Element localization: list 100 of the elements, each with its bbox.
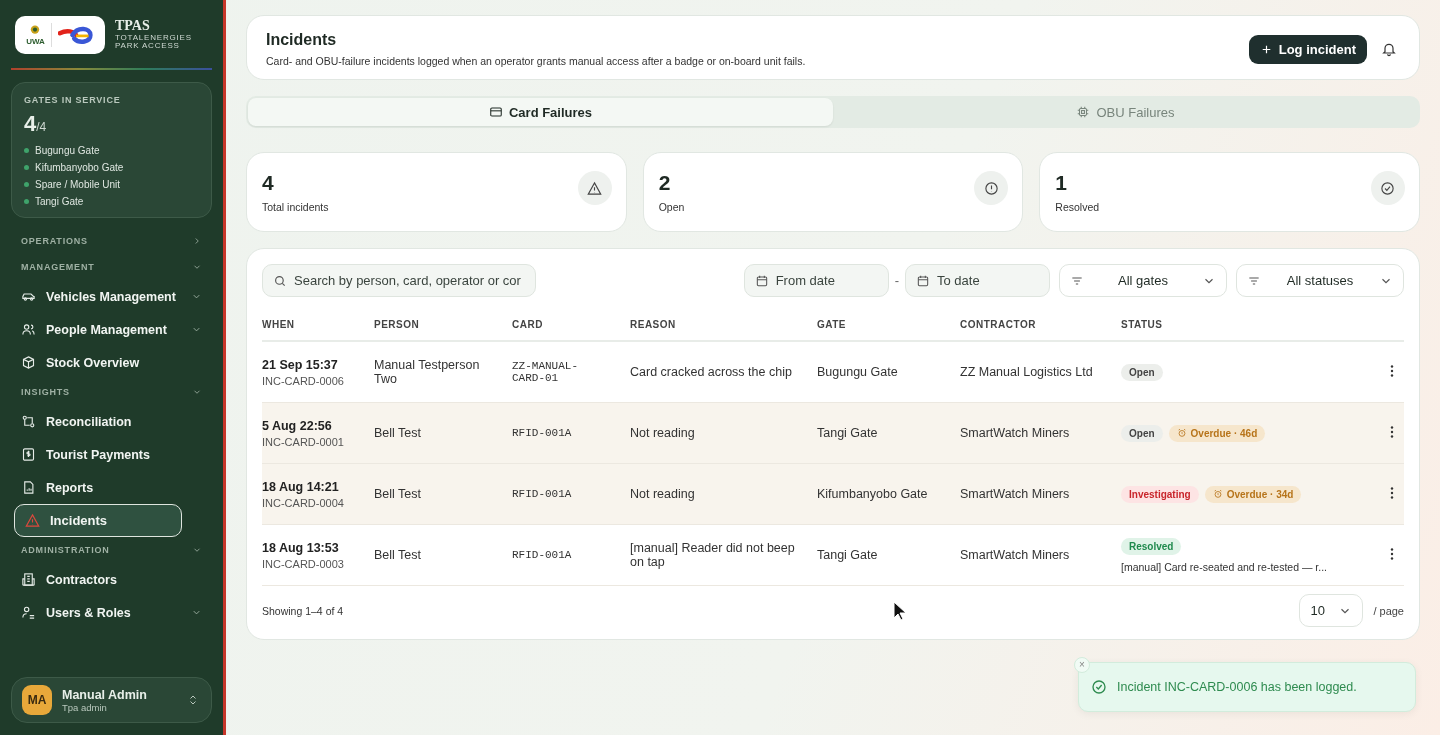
page-title: Incidents — [266, 31, 338, 49]
reconcile-icon — [21, 414, 36, 429]
column-header: GATE — [817, 311, 960, 341]
table-cell: Bell Test — [374, 548, 421, 562]
nav-section-header[interactable]: OPERATIONS — [11, 228, 212, 254]
gate-total: /4 — [36, 120, 47, 134]
more-options-icon[interactable] — [1390, 364, 1394, 377]
column-header: REASON — [630, 311, 817, 341]
date-field[interactable]: To date — [905, 264, 1050, 297]
info-icon — [983, 180, 999, 196]
status-badge: Resolved — [1121, 537, 1182, 555]
app-subtitle: TOTALENERGIES — [115, 33, 192, 43]
nav-item[interactable]: People Management — [11, 313, 212, 346]
user-name: Manual Admin — [62, 687, 148, 702]
incident-id: INC-CARD-0006 — [262, 374, 345, 387]
table-cell: Bell Test — [374, 426, 421, 440]
gate-name: Kifumbanyobo Gate — [35, 162, 124, 173]
nav-section-header[interactable]: ADMINISTRATION — [11, 537, 212, 563]
incident-time: 21 Sep 15:37 — [262, 357, 339, 372]
table-cell: RFID-001A — [512, 488, 572, 500]
box-icon — [21, 355, 36, 370]
overdue-badge: Overdue · 46d — [1168, 424, 1266, 442]
table-cell: [manual] Reader did not beep on tap — [630, 541, 795, 569]
stat-value: 4 — [262, 171, 275, 195]
table-cell: Bell Test — [374, 487, 421, 501]
nav-item[interactable]: Vehicles Management — [11, 280, 212, 313]
warning-icon — [587, 180, 603, 196]
building-icon — [21, 572, 36, 587]
more-options-icon[interactable] — [1390, 425, 1394, 438]
calendar-icon — [754, 273, 769, 288]
per-page-label: / page — [1373, 604, 1404, 617]
stat-value: 2 — [658, 171, 672, 195]
document-icon — [21, 480, 36, 495]
page-size-dropdown[interactable]: 10 — [1299, 594, 1364, 627]
gate-count: 4 — [24, 111, 37, 137]
mouse-cursor-icon — [893, 601, 907, 621]
table-cell: SmartWatch Miners — [960, 426, 1070, 440]
more-options-icon[interactable] — [1390, 486, 1394, 499]
filter-dropdown[interactable]: All statuses — [1236, 264, 1404, 297]
table-cell: Tangi Gate — [817, 548, 878, 562]
log-incident-button[interactable]: Log incident — [1248, 34, 1367, 64]
gate-name: Spare / Mobile Unit — [35, 179, 121, 190]
filter-dropdown[interactable]: All gates — [1059, 264, 1227, 297]
bell-icon[interactable] — [1381, 41, 1397, 57]
status-badge: Open — [1121, 363, 1163, 381]
column-header: STATUS — [1121, 311, 1380, 341]
table-cell: Not reading — [630, 426, 695, 440]
table-cell: RFID-001A — [512, 427, 572, 439]
warning-icon — [25, 513, 40, 528]
close-button[interactable]: × — [1074, 657, 1090, 673]
table-cell: ZZ-MANUAL-CARD-01 — [512, 360, 578, 384]
nav-item[interactable]: Stock Overview — [11, 346, 212, 379]
check-circle-icon — [1380, 180, 1396, 196]
table-cell: Tangi Gate — [817, 426, 878, 440]
receipt-icon — [21, 447, 36, 462]
pagination-summary: Showing 1–4 of 4 — [262, 604, 344, 617]
user-menu[interactable]: MA Manual Admin Tpa admin — [11, 677, 212, 723]
incident-id: INC-CARD-0003 — [262, 557, 345, 570]
incident-time: 18 Aug 13:53 — [262, 540, 340, 555]
nav-section-header[interactable]: INSIGHTS — [11, 379, 212, 405]
overdue-badge: Overdue · 34d — [1204, 485, 1302, 503]
table-cell: Kifumbanyobo Gate — [817, 487, 928, 501]
nav-item[interactable]: Contractors — [11, 563, 212, 596]
gate-name: Tangi Gate — [35, 196, 84, 207]
status-badge: Investigating — [1121, 485, 1199, 503]
incident-id: INC-CARD-0001 — [262, 435, 345, 448]
table-cell: Manual Testperson Two — [374, 358, 480, 386]
nav-item[interactable]: Tourist Payments — [11, 438, 212, 471]
user-icon — [21, 605, 36, 620]
table-cell: RFID-001A — [512, 549, 572, 561]
table-cell: Not reading — [630, 487, 695, 501]
incident-time: 5 Aug 22:56 — [262, 418, 333, 433]
column-header: CONTRACTOR — [960, 311, 1121, 341]
date-field[interactable]: From date — [743, 264, 889, 297]
stat-label: Total incidents — [262, 201, 329, 213]
people-icon — [21, 322, 36, 337]
stat-label: Resolved — [1055, 201, 1100, 213]
resolution-note: [manual] Card re-seated and re-tested — r... — [1121, 560, 1329, 573]
nav-section-header[interactable]: MANAGEMENT — [11, 254, 212, 280]
range-separator: - — [894, 273, 899, 288]
search-field[interactable]: Search by person, card, operator or cor — [262, 264, 536, 297]
incident-time: 18 Aug 14:21 — [262, 479, 340, 494]
table-cell: Bugungu Gate — [817, 365, 898, 379]
card-heading: GATES IN SERVICE — [24, 95, 122, 105]
stat-label: Open — [658, 201, 685, 213]
user-role: Tpa admin — [62, 701, 108, 713]
nav-item[interactable]: Incidents — [14, 504, 182, 537]
page-description: Card- and OBU-failure incidents logged when an operator grants manual access after a badge or on-board unit fails. — [266, 55, 806, 67]
nav-item[interactable]: Reconciliation — [11, 405, 212, 438]
app-name: TPAS — [115, 19, 151, 34]
check-circle-icon — [1091, 679, 1107, 695]
avatar: MA — [22, 685, 52, 715]
more-options-icon[interactable] — [1390, 547, 1394, 560]
nav-item[interactable]: Reports — [11, 471, 212, 504]
column-header: WHEN — [262, 311, 374, 341]
card-icon — [488, 105, 503, 119]
nav-item[interactable]: Users & Roles — [11, 596, 212, 629]
tab[interactable]: Card Failures — [248, 98, 833, 126]
status-badge: Open — [1121, 424, 1163, 442]
column-header: CARD — [512, 311, 630, 341]
